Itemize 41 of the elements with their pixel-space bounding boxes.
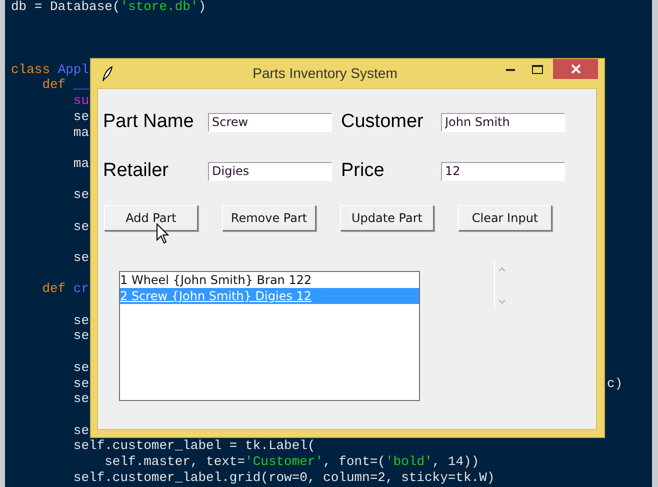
code-line: ma: [72, 124, 90, 140]
code-line: se: [72, 250, 90, 266]
code-line: ma: [72, 156, 90, 172]
minimize-icon: [506, 68, 515, 70]
code-line: se: [72, 108, 90, 125]
close-icon: [570, 64, 580, 74]
field-label: Customer: [341, 111, 424, 133]
code-line: se: [72, 328, 90, 344]
code-line: se: [72, 360, 90, 376]
field-label: Retailer: [103, 160, 170, 182]
code-line: se: [72, 187, 90, 203]
code-line: c): [607, 376, 623, 392]
code-line: su: [72, 93, 90, 109]
action-button[interactable]: Add Part: [104, 205, 198, 231]
mouse-cursor-icon: [156, 223, 169, 244]
code-line: se: [72, 312, 90, 328]
action-button[interactable]: Update Part: [340, 205, 434, 231]
feather-icon: [101, 66, 113, 82]
code-line: self.customer_label.grid(row=0, column=2, sticky=tk.W): [72, 470, 495, 486]
input-field[interactable]: 12: [441, 162, 565, 180]
input-field[interactable]: Digies: [208, 162, 332, 180]
code-line: se: [72, 376, 90, 392]
code-line: def cr: [41, 281, 90, 298]
code-line: def __: [41, 77, 90, 94]
list-item[interactable]: 1 Wheel {John Smith} Bran 122: [120, 272, 419, 288]
code-line: self.customer_label = tk.Label(: [72, 438, 316, 454]
close-button[interactable]: [553, 59, 598, 79]
code-line: se: [72, 422, 90, 438]
field-label: Price: [341, 160, 386, 182]
window-title: Parts Inventory System: [252, 65, 398, 81]
code-line: self.master, text='Customer', font=('bold', 14)): [104, 454, 480, 470]
scrollbar[interactable]: [494, 260, 508, 310]
code-line: se: [72, 391, 90, 407]
maximize-icon: [532, 64, 543, 74]
action-button[interactable]: Remove Part: [222, 205, 316, 231]
code-line: class Appl: [11, 62, 90, 78]
code-line: db = Database('store.db'): [11, 0, 206, 15]
field-label: Part Name: [103, 111, 195, 133]
input-field[interactable]: Screw: [208, 112, 332, 132]
action-button[interactable]: Clear Input: [458, 205, 552, 231]
code-line: se: [72, 218, 90, 234]
